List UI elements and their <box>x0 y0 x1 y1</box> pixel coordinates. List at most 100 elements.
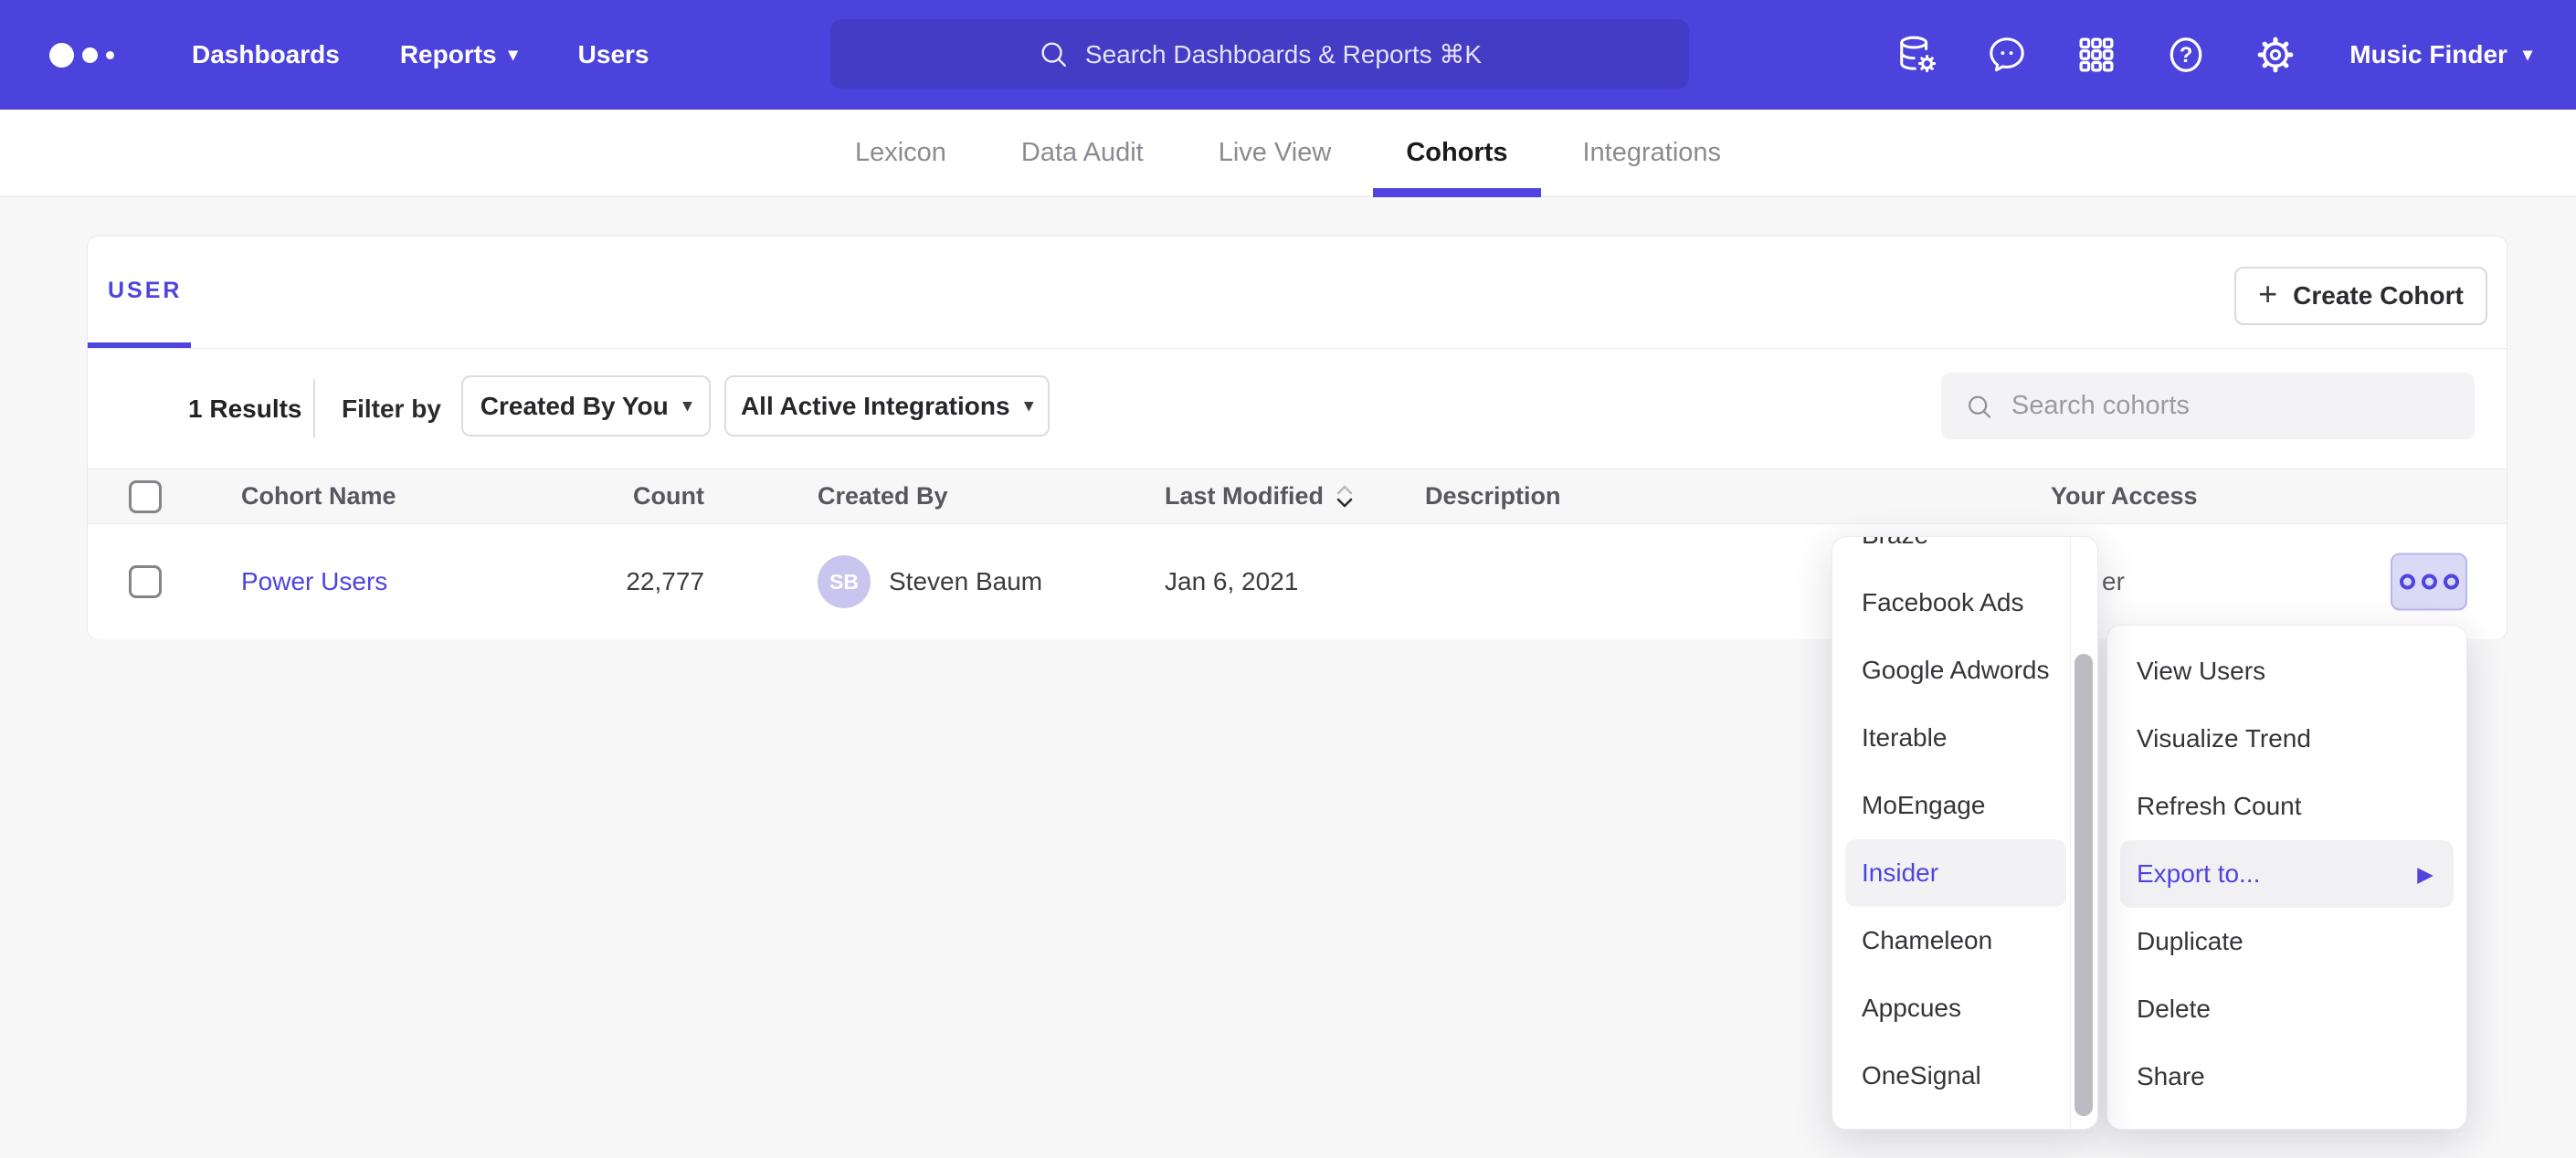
column-label: Your Access <box>2051 482 2198 511</box>
column-header-last-modified[interactable]: Last Modified <box>1165 469 1355 523</box>
menu-item-label: Visualize Trend <box>2137 724 2311 753</box>
submenu-scrollbar-thumb[interactable] <box>2075 654 2093 1116</box>
project-switcher[interactable]: Music Finder ▾ <box>2349 40 2532 69</box>
settings-gear-icon[interactable] <box>2254 34 2296 76</box>
submenu-item-appcues[interactable]: Appcues <box>1832 974 2070 1042</box>
logo-dot-medium <box>82 47 98 63</box>
chevron-down-icon: ▾ <box>1025 395 1034 416</box>
last-modified-date: Jan 6, 2021 <box>1165 524 1298 639</box>
project-name: Music Finder <box>2349 40 2507 69</box>
apps-grid-icon[interactable] <box>2075 34 2117 76</box>
submenu-item-onesignal[interactable]: OneSignal <box>1832 1042 2070 1110</box>
create-cohort-label: Create Cohort <box>2293 281 2464 311</box>
menu-item-label: Export to... <box>2137 859 2260 889</box>
search-icon <box>1038 38 1069 69</box>
svg-text:?: ? <box>2180 43 2193 68</box>
tab-integrations[interactable]: Integrations <box>1550 110 1755 195</box>
row-actions-button[interactable] <box>2391 553 2467 611</box>
column-label: Description <box>1425 482 1561 511</box>
export-to-submenu-list: Braze Facebook Ads Google Adwords Iterab… <box>1832 537 2070 1129</box>
create-cohort-button[interactable]: + Create Cohort <box>2234 267 2487 325</box>
section-tabs: Lexicon Data Audit Live View Cohorts Int… <box>0 110 2576 197</box>
menu-item-visualize-trend[interactable]: Visualize Trend <box>2107 705 2466 773</box>
menu-item-label: Delete <box>2137 995 2211 1024</box>
menu-item-delete[interactable]: Delete <box>2107 975 2466 1043</box>
created-by-filter-dropdown[interactable]: Created By You ▾ <box>461 375 711 437</box>
submenu-item-braze[interactable]: Braze <box>1832 537 2070 569</box>
top-navbar: Dashboards Reports▾ Users Search Dashboa… <box>0 0 2576 110</box>
column-label: Created By <box>818 482 948 511</box>
column-header-count[interactable]: Count <box>563 469 704 523</box>
cohort-name-link[interactable]: Power Users <box>241 567 387 596</box>
submenu-item-chameleon[interactable]: Chameleon <box>1832 907 2070 974</box>
data-settings-icon[interactable] <box>1896 34 1938 76</box>
tab-label: Cohorts <box>1406 138 1507 168</box>
help-icon[interactable]: ? <box>2165 34 2207 76</box>
tab-live-view[interactable]: Live View <box>1186 110 1365 195</box>
divider <box>313 379 315 437</box>
global-search-input[interactable]: Search Dashboards & Reports ⌘K <box>830 19 1689 89</box>
divider <box>88 348 2507 349</box>
row-checkbox[interactable] <box>129 565 162 598</box>
cohort-type-label: USER <box>108 278 182 304</box>
nav-item-users[interactable]: Users <box>578 40 649 69</box>
column-header-created-by[interactable]: Created By <box>818 469 948 523</box>
menu-item-label: Duplicate <box>2137 927 2243 956</box>
menu-item-label: View Users <box>2137 657 2265 686</box>
submenu-item-moengage[interactable]: MoEngage <box>1832 772 2070 839</box>
column-header-description[interactable]: Description <box>1425 469 1561 523</box>
menu-item-share[interactable]: Share <box>2107 1043 2466 1111</box>
logo-dot-small <box>106 51 114 59</box>
menu-item-export-to[interactable]: Export to... ▶ <box>2120 840 2454 908</box>
navbar-actions: ? Music Finder ▾ <box>1896 0 2532 110</box>
menu-item-label: Refresh Count <box>2137 792 2302 821</box>
submenu-scrollbar-track[interactable] <box>2070 537 2097 1129</box>
submenu-item-label: Iterable <box>1862 723 1947 753</box>
chevron-down-icon: ▾ <box>683 395 692 416</box>
submenu-item-facebook-ads[interactable]: Facebook Ads <box>1832 569 2070 637</box>
table-row: Power Users 22,777 SB Steven Baum Jan 6,… <box>88 524 2507 639</box>
tab-label: Lexicon <box>855 138 946 168</box>
menu-item-view-users[interactable]: View Users <box>2107 637 2466 705</box>
nav-item-label: Reports <box>400 40 497 69</box>
avatar: SB <box>818 555 871 608</box>
cohort-count: 22,777 <box>563 524 704 639</box>
tab-label: Integrations <box>1583 138 1722 168</box>
column-label: Last Modified <box>1165 482 1324 511</box>
submenu-item-label: Appcues <box>1862 994 1961 1023</box>
ellipsis-dot-icon <box>2422 574 2437 590</box>
cohort-type-tab-user[interactable]: USER <box>108 237 182 344</box>
submenu-item-iterable[interactable]: Iterable <box>1832 704 2070 772</box>
feedback-icon[interactable] <box>1986 34 2028 76</box>
submenu-item-insider[interactable]: Insider <box>1845 839 2066 907</box>
menu-item-duplicate[interactable]: Duplicate <box>2107 908 2466 975</box>
plus-icon: + <box>2258 275 2277 313</box>
mixpanel-logo[interactable] <box>49 43 159 68</box>
sort-icon[interactable] <box>1335 483 1355 511</box>
submenu-item-google-adwords[interactable]: Google Adwords <box>1832 637 2070 704</box>
submenu-item-label: OneSignal <box>1862 1061 1981 1090</box>
nav-item-dashboards[interactable]: Dashboards <box>192 40 340 69</box>
cohort-search-input[interactable] <box>2010 390 2451 422</box>
submenu-item-label: MoEngage <box>1862 791 1985 820</box>
submenu-arrow-icon: ▶ <box>2417 864 2433 885</box>
integrations-filter-dropdown[interactable]: All Active Integrations ▾ <box>724 375 1050 437</box>
nav-item-label: Dashboards <box>192 40 340 69</box>
tab-data-audit[interactable]: Data Audit <box>988 110 1177 195</box>
submenu-item-label: Braze <box>1862 537 1928 550</box>
table-header: Cohort Name Count Created By Last Modifi… <box>88 468 2507 524</box>
menu-item-refresh-count[interactable]: Refresh Count <box>2107 773 2466 840</box>
tab-lexicon[interactable]: Lexicon <box>822 110 979 195</box>
column-label: Count <box>633 482 704 511</box>
column-label: Cohort Name <box>241 482 396 511</box>
submenu-item-label: Facebook Ads <box>1862 588 2023 617</box>
submenu-item-label: Google Adwords <box>1862 656 2049 685</box>
column-header-your-access[interactable]: Your Access <box>2051 469 2198 523</box>
row-context-menu: View Users Visualize Trend Refresh Count… <box>2106 625 2467 1130</box>
cohort-search <box>1941 373 2475 439</box>
column-header-cohort-name[interactable]: Cohort Name <box>241 469 396 523</box>
select-all-checkbox[interactable] <box>129 480 162 513</box>
nav-item-reports[interactable]: Reports▾ <box>400 40 518 69</box>
tab-cohorts[interactable]: Cohorts <box>1373 110 1540 195</box>
primary-nav: Dashboards Reports▾ Users <box>192 40 649 69</box>
